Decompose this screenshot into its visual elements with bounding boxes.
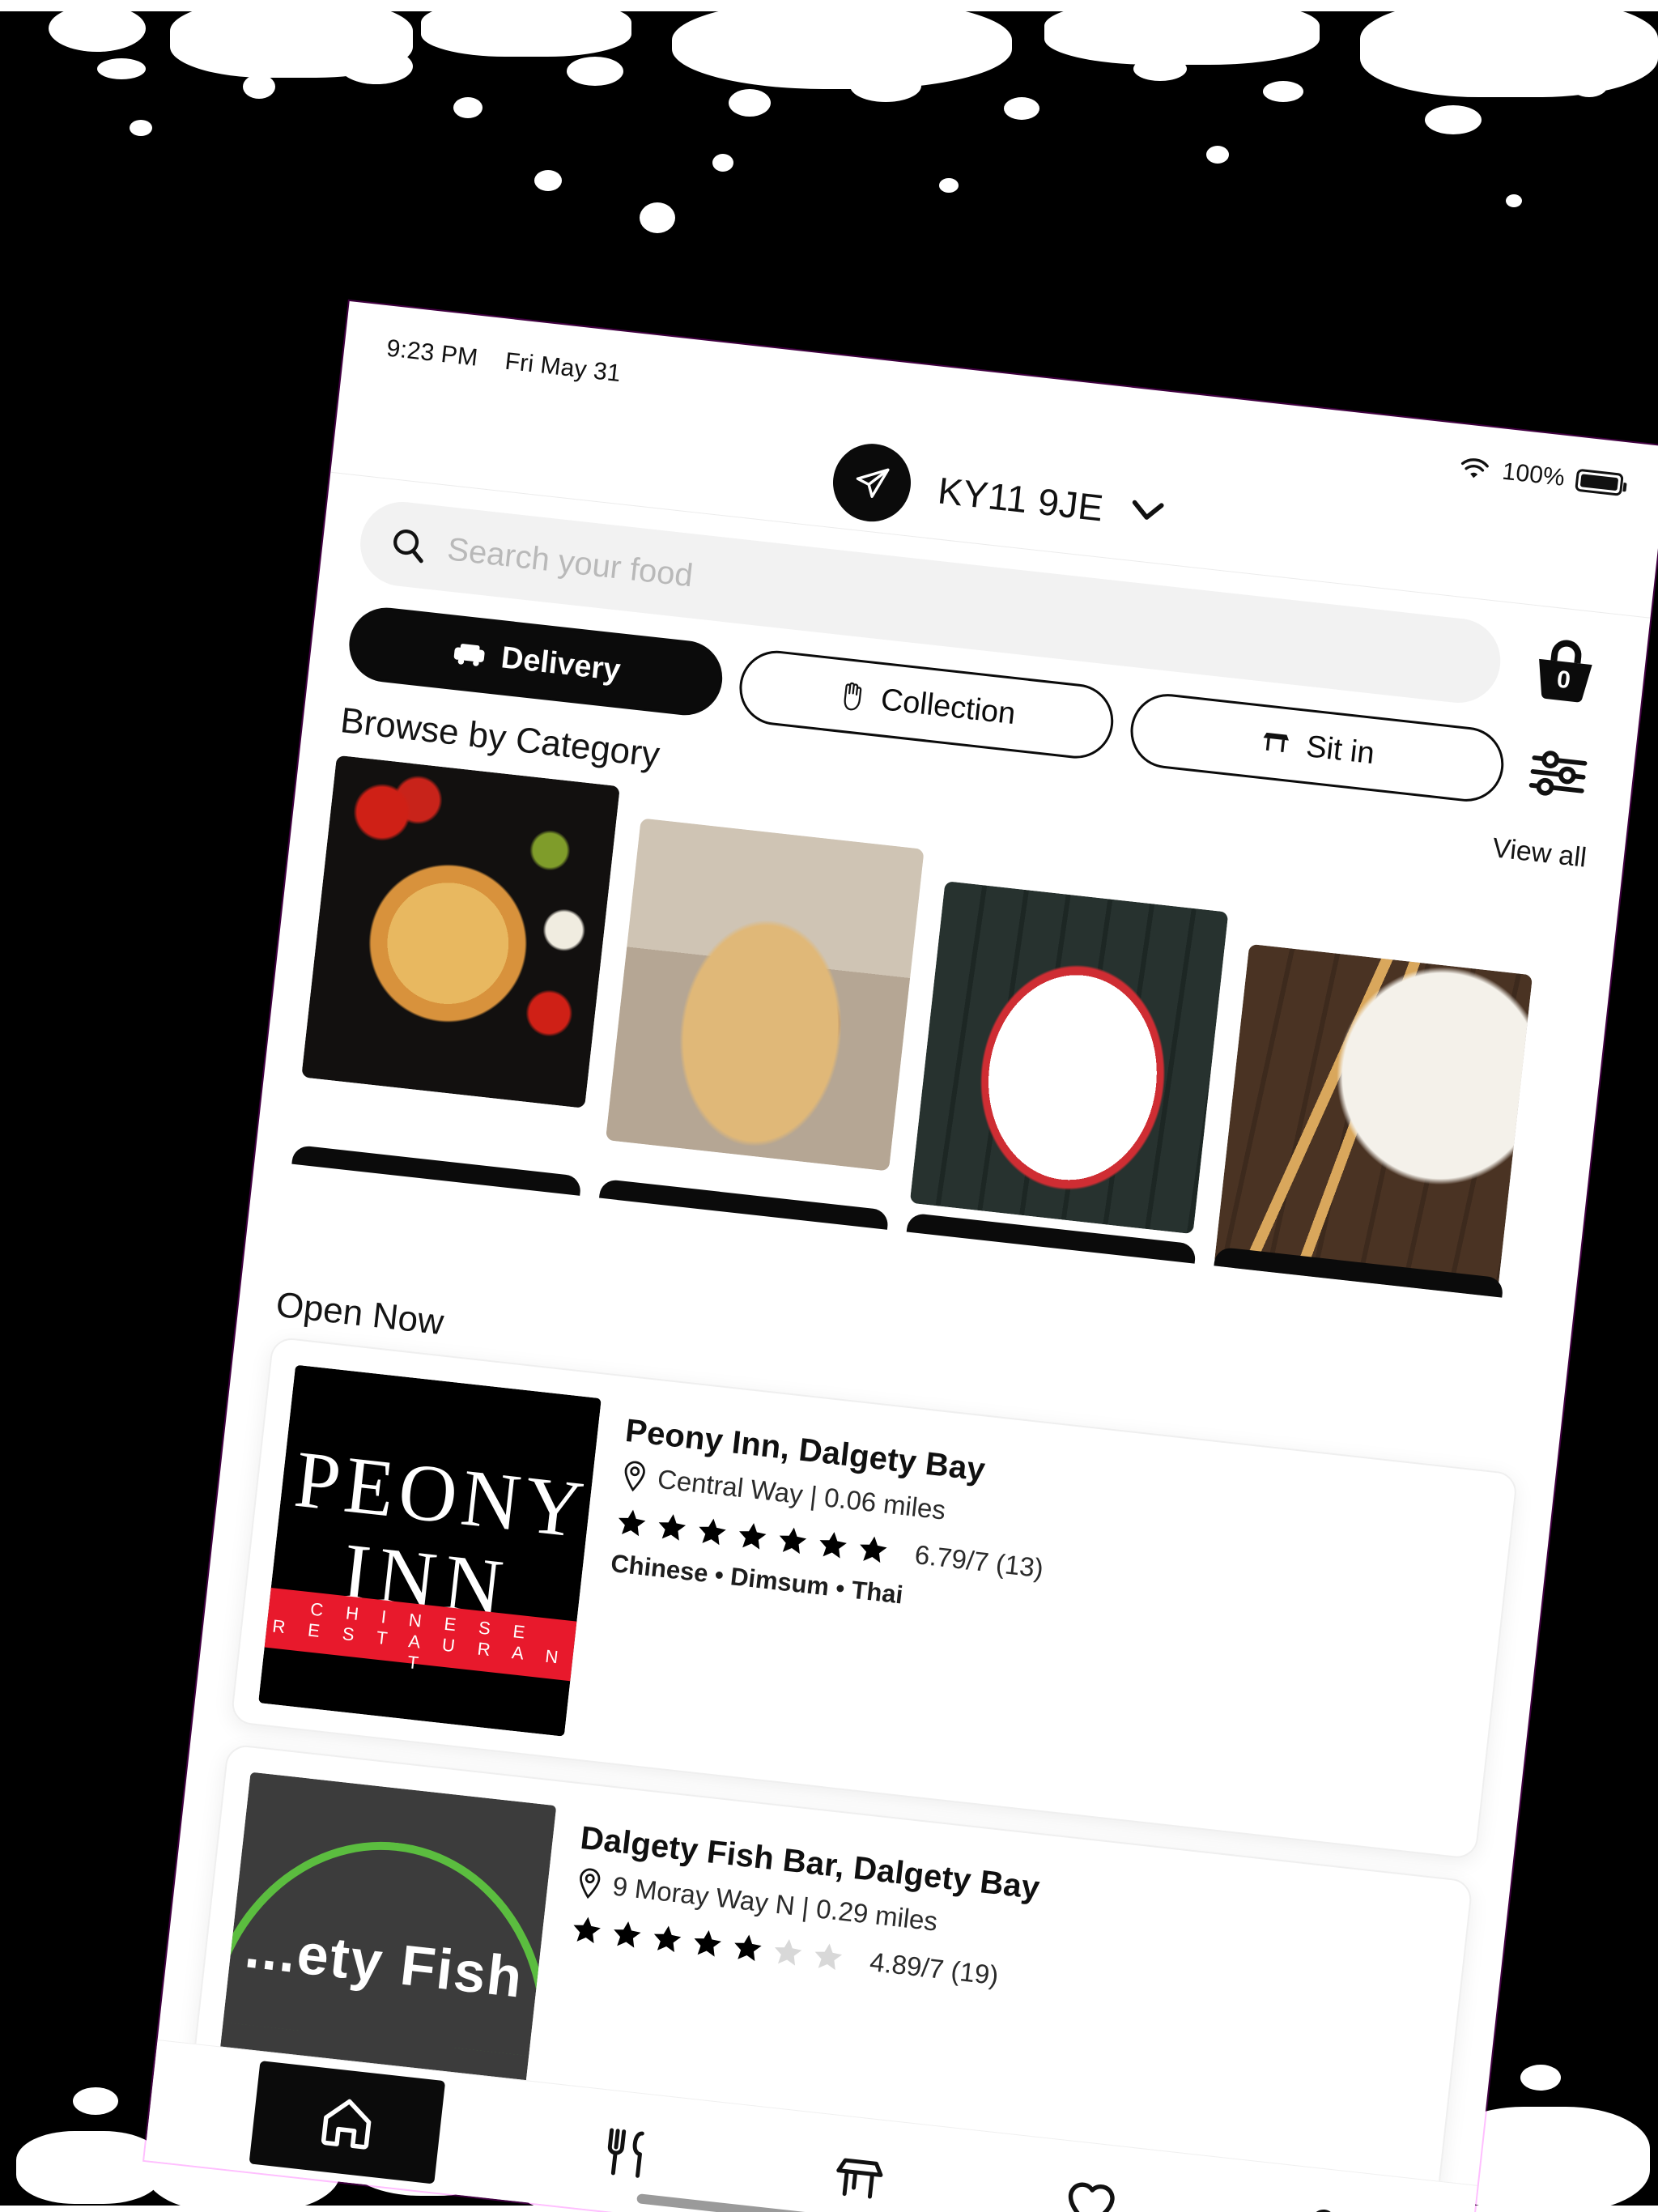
category-card-pizza[interactable]: Pizza	[283, 755, 620, 1266]
battery-full-icon	[1575, 468, 1624, 496]
sliders-filter-icon[interactable]	[1517, 734, 1600, 816]
nav-restaurants[interactable]	[578, 2104, 676, 2201]
tab-delivery-label: Delivery	[499, 640, 623, 687]
home-icon	[314, 2089, 380, 2155]
battery-percent-label: 100%	[1500, 457, 1567, 491]
status-bar-time: 9:23 PM	[385, 334, 479, 372]
table-icon	[827, 2147, 890, 2210]
cart-button[interactable]: 0	[1518, 626, 1611, 719]
cutlery-icon	[596, 2121, 658, 2184]
map-pin-icon	[619, 1459, 649, 1494]
tab-sit-in-label: Sit in	[1304, 729, 1376, 771]
table-icon	[1258, 728, 1293, 759]
phone-screen: 9:23 PM Fri May 31 100% KY11 9JE Search …	[144, 300, 1658, 2212]
nav-account[interactable]	[1273, 2180, 1371, 2212]
navigation-send-icon[interactable]	[829, 440, 916, 526]
map-pin-icon	[574, 1866, 605, 1901]
chevron-down-icon[interactable]	[1129, 498, 1164, 529]
category-card-kebab[interactable]: Kebab	[591, 818, 925, 1300]
home-indicator-bar	[636, 2193, 976, 2212]
category-card-fish-and-chips[interactable]: Fish & Chips	[899, 881, 1229, 1306]
wifi-icon	[1457, 454, 1492, 483]
hand-icon	[835, 679, 868, 713]
view-all-link[interactable]: View all	[1490, 832, 1588, 874]
rating-score: 4.89/7 (19)	[868, 1946, 1001, 1991]
nav-favourites[interactable]	[1042, 2155, 1140, 2212]
pizza-photo	[301, 755, 620, 1108]
grunge-splatter-top	[0, 0, 1658, 291]
heart-icon	[1059, 2172, 1123, 2212]
status-bar-date: Fri May 31	[504, 347, 623, 388]
peony-inn-logo: PEONY INN C H I N E S E R E S T A U R A …	[258, 1364, 602, 1737]
car-icon	[450, 639, 488, 670]
nav-home[interactable]	[249, 2060, 446, 2184]
search-icon	[388, 524, 429, 565]
chinese-noodles-photo	[1214, 943, 1533, 1297]
tab-collection-label: Collection	[878, 682, 1018, 731]
kebab-photo-overlay	[605, 818, 925, 1172]
postcode-label[interactable]: KY11 9JE	[936, 468, 1106, 530]
rating-score: 6.79/7 (13)	[913, 1539, 1045, 1584]
search-placeholder: Search your food	[445, 530, 695, 593]
nav-sit-in[interactable]	[810, 2129, 908, 2212]
category-card-chinese[interactable]: Chinese	[1205, 943, 1533, 1306]
account-circle-icon	[1291, 2198, 1354, 2212]
fish-and-chips-photo	[909, 881, 1229, 1235]
screenshot-stage: 9:23 PM Fri May 31 100% KY11 9JE Search …	[0, 0, 1658, 2212]
